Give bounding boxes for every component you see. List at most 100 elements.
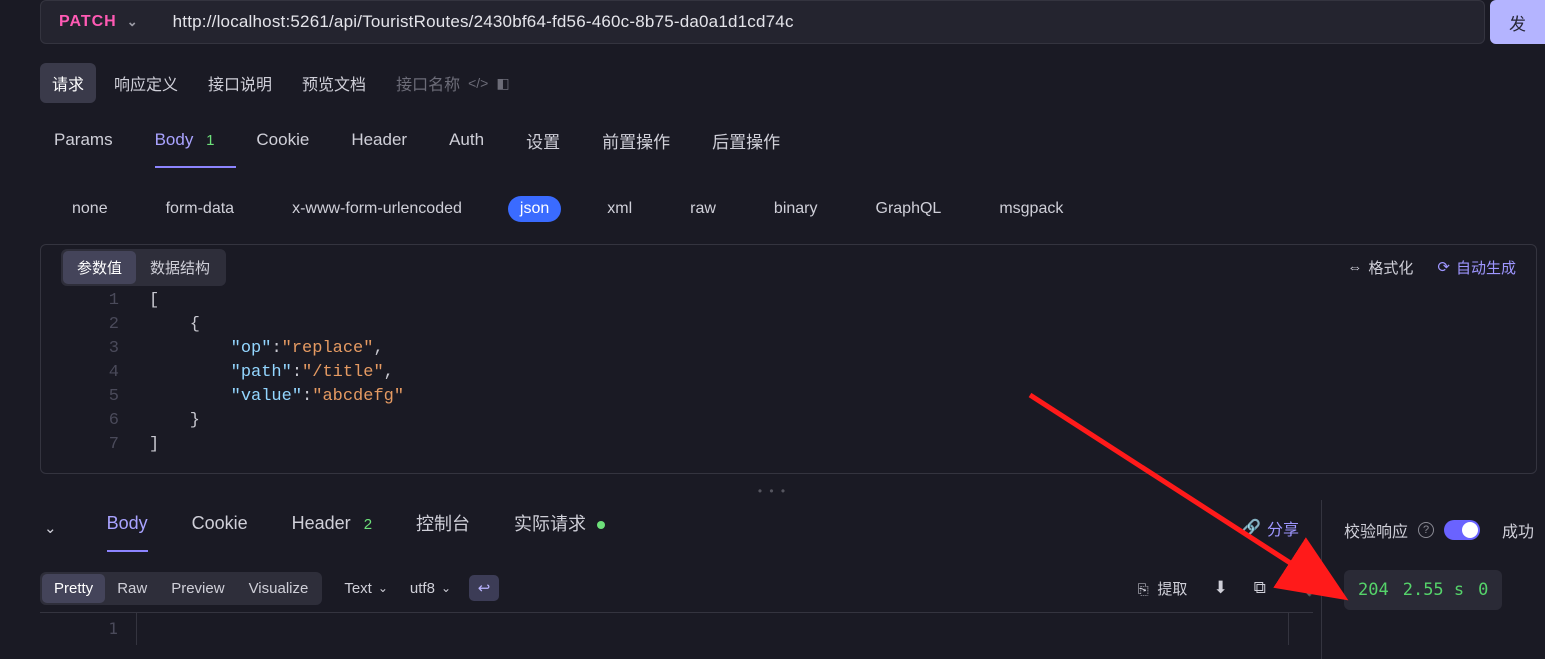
- copy-button[interactable]: ⧉: [1254, 578, 1266, 598]
- extract-label: 提取: [1157, 581, 1187, 598]
- editor-mode-segment: 参数值 数据结构: [61, 249, 226, 286]
- http-method-label: PATCH: [59, 13, 117, 31]
- format-icon: ⇔: [1347, 259, 1362, 276]
- share-button[interactable]: 🔗 分享: [1241, 516, 1299, 540]
- body-type-urlencoded[interactable]: x-www-form-urlencoded: [280, 196, 474, 222]
- body-type-form-data[interactable]: form-data: [154, 196, 246, 222]
- autogen-button[interactable]: ⟳ 自动生成: [1437, 257, 1516, 278]
- view-raw[interactable]: Raw: [105, 574, 159, 603]
- format-label: 格式化: [1368, 257, 1413, 278]
- http-method-selector[interactable]: PATCH ⌄: [41, 1, 149, 43]
- format-dropdown[interactable]: Text ⌄: [344, 580, 388, 597]
- status-summary: 204 2.55 s 0: [1344, 570, 1502, 610]
- chevron-down-icon: ⌄: [127, 14, 139, 30]
- url-input[interactable]: [149, 1, 1484, 43]
- json-editor-area[interactable]: 1234567 [ { "op":"replace", "path":"/tit…: [41, 289, 1536, 457]
- top-tab-bar: 请求 响应定义 接口说明 预览文档 接口名称 </> ◧: [40, 62, 510, 104]
- response-size: 0: [1478, 580, 1488, 600]
- body-type-msgpack[interactable]: msgpack: [987, 196, 1075, 222]
- body-type-raw[interactable]: raw: [678, 196, 728, 222]
- resp-tab-header[interactable]: Header 2: [292, 513, 372, 544]
- tab-settings[interactable]: 设置: [526, 128, 560, 165]
- body-editor: 参数值 数据结构 ⇔ 格式化 ⟳ 自动生成 1234567 [ { "op":"…: [40, 244, 1537, 474]
- tab-header[interactable]: Header: [351, 130, 407, 162]
- download-button[interactable]: ⬇: [1213, 578, 1227, 598]
- body-type-json[interactable]: json: [508, 196, 561, 222]
- panel-icon: ◧: [496, 75, 509, 92]
- code-icon: </>: [468, 75, 488, 91]
- header-count-badge: 2: [364, 516, 372, 533]
- tab-request[interactable]: 请求: [40, 63, 96, 103]
- resp-line-content: [136, 613, 1289, 645]
- tab-cookie[interactable]: Cookie: [256, 130, 309, 162]
- autogen-label: 自动生成: [1456, 257, 1516, 278]
- wrap-icon: ↩: [478, 579, 491, 597]
- extract-icon: ⎘: [1137, 581, 1148, 597]
- response-tab-bar: ⌄ Body Cookie Header 2 控制台 实际请求: [44, 506, 605, 550]
- extract-button[interactable]: ⎘ 提取: [1137, 578, 1187, 599]
- download-icon: ⬇: [1213, 578, 1227, 597]
- api-name-placeholder[interactable]: 接口名称 </> ◧: [396, 71, 510, 95]
- tab-params[interactable]: Params: [54, 130, 113, 162]
- status-dot-icon: [597, 521, 605, 529]
- send-button[interactable]: 发: [1490, 0, 1545, 44]
- resp-line-number: 1: [40, 613, 136, 645]
- body-type-none[interactable]: none: [60, 196, 120, 222]
- body-count-badge: 1: [206, 132, 214, 149]
- search-icon: 🔍: [1292, 578, 1313, 597]
- editor-mode-schema[interactable]: 数据结构: [136, 251, 224, 284]
- body-type-binary[interactable]: binary: [762, 196, 830, 222]
- view-preview[interactable]: Preview: [159, 574, 236, 603]
- tab-pre-request[interactable]: 前置操作: [602, 128, 670, 165]
- validate-toggle[interactable]: [1444, 520, 1480, 540]
- resp-tab-actual-request[interactable]: 实际请求: [514, 510, 605, 546]
- link-icon: 🔗: [1241, 518, 1261, 538]
- response-status-panel: 校验响应 ? 成功 204 2.55 s 0: [1321, 500, 1545, 659]
- resp-tab-header-label: Header: [292, 513, 351, 533]
- share-label: 分享: [1267, 516, 1299, 540]
- refresh-icon: ⟳: [1437, 258, 1450, 276]
- tab-api-desc[interactable]: 接口说明: [196, 63, 284, 103]
- url-bar: PATCH ⌄: [40, 0, 1485, 44]
- body-type-xml[interactable]: xml: [595, 196, 644, 222]
- encoding-value: utf8: [410, 580, 435, 597]
- tab-auth[interactable]: Auth: [449, 130, 484, 162]
- copy-icon: ⧉: [1254, 578, 1266, 597]
- chevron-down-icon: ⌄: [378, 581, 388, 595]
- body-type-selector: none form-data x-www-form-urlencoded jso…: [60, 192, 1075, 226]
- success-label: 成功: [1502, 518, 1534, 542]
- code-content: [ { "op":"replace", "path":"/title", "va…: [149, 289, 1536, 457]
- view-pretty[interactable]: Pretty: [42, 574, 105, 603]
- api-name-text: 接口名称: [396, 71, 460, 95]
- encoding-dropdown[interactable]: utf8 ⌄: [410, 580, 451, 597]
- search-button[interactable]: 🔍: [1292, 578, 1313, 598]
- tab-post-request[interactable]: 后置操作: [712, 128, 780, 165]
- collapse-icon[interactable]: ⌄: [44, 519, 57, 537]
- response-body-viewer[interactable]: 1: [40, 612, 1313, 656]
- resp-tab-cookie[interactable]: Cookie: [192, 513, 248, 544]
- tab-preview-doc[interactable]: 预览文档: [290, 63, 378, 103]
- response-time: 2.55 s: [1403, 580, 1464, 600]
- request-tab-bar: Params Body 1 Cookie Header Auth 设置 前置操作…: [54, 124, 780, 168]
- validate-response-label: 校验响应: [1344, 518, 1408, 542]
- response-view-segment: Pretty Raw Preview Visualize: [40, 572, 322, 605]
- response-view-toolbar: Pretty Raw Preview Visualize Text ⌄ utf8…: [40, 568, 1313, 608]
- editor-mode-values[interactable]: 参数值: [63, 251, 136, 284]
- editor-toolbar: 参数值 数据结构 ⇔ 格式化 ⟳ 自动生成: [41, 245, 1536, 289]
- line-gutter: 1234567: [41, 289, 137, 457]
- body-type-graphql[interactable]: GraphQL: [864, 196, 954, 222]
- wrap-lines-button[interactable]: ↩: [469, 575, 499, 601]
- resp-tab-console[interactable]: 控制台: [416, 510, 470, 546]
- resp-tab-actual-label: 实际请求: [514, 514, 586, 534]
- help-icon[interactable]: ?: [1418, 522, 1434, 538]
- tab-response-def[interactable]: 响应定义: [102, 63, 190, 103]
- status-code: 204: [1358, 580, 1389, 600]
- format-value: Text: [344, 580, 372, 597]
- resp-tab-body[interactable]: Body: [107, 513, 148, 544]
- resize-handle[interactable]: • • •: [0, 484, 1545, 496]
- view-visualize[interactable]: Visualize: [237, 574, 321, 603]
- tab-body-label: Body: [155, 130, 194, 149]
- chevron-down-icon: ⌄: [441, 581, 451, 595]
- tab-body[interactable]: Body 1: [155, 130, 215, 162]
- format-button[interactable]: ⇔ 格式化: [1347, 257, 1413, 278]
